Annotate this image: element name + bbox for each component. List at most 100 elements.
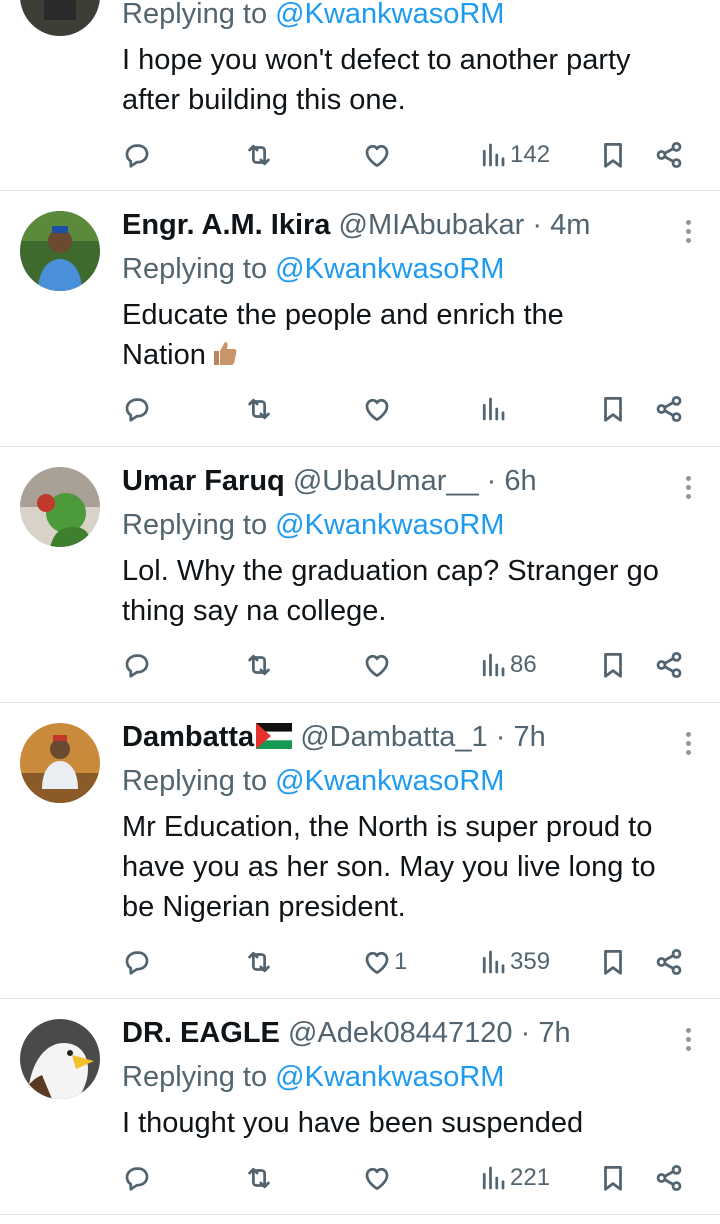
tweet-text: I thought you have been suspended [122, 1103, 700, 1143]
replying-to: Replying to @KwankwasoRM [122, 761, 700, 801]
views-button[interactable]: 86 [478, 645, 537, 685]
share-icon [656, 949, 682, 975]
tweet[interactable]: Engr. A.M. Ikira @MIAbubakar · 4m Replyi… [0, 191, 720, 445]
user-handle[interactable]: @Adek08447120 [288, 1017, 513, 1049]
reply-icon [125, 398, 149, 422]
tweet-header: Dambatta @Dambatta_1 · 7h [122, 717, 700, 757]
user-handle[interactable]: @MIAbubakar [339, 209, 525, 241]
tweet[interactable]: Umar Faruq @UbaUmar__ · 6h Replying to @… [0, 447, 720, 701]
avatar[interactable] [20, 467, 100, 547]
tweet[interactable]: Replying to @KwankwasoRM I hope you won'… [0, 0, 720, 190]
view-count: 86 [510, 651, 537, 678]
reply-icon [125, 654, 149, 678]
separator-dot: · [532, 209, 543, 241]
retweet-icon [248, 951, 270, 973]
views-icon [482, 950, 505, 974]
like-count: 1 [394, 948, 408, 975]
like-button[interactable] [362, 389, 394, 429]
reply-button[interactable] [122, 942, 152, 982]
replying-handle-link[interactable]: @KwankwasoRM [275, 765, 504, 797]
share-icon [656, 652, 682, 678]
share-icon [656, 396, 682, 422]
retweet-icon [248, 654, 270, 676]
share-button[interactable] [654, 389, 684, 429]
reply-button[interactable] [122, 1158, 152, 1198]
views-button[interactable]: 221 [478, 1158, 550, 1198]
reply-button[interactable] [122, 389, 152, 429]
timestamp[interactable]: 6h [504, 465, 536, 497]
bookmark-button[interactable] [598, 645, 628, 685]
views-button[interactable]: 359 [478, 942, 550, 982]
separator-dot: · [495, 721, 506, 753]
avatar[interactable] [20, 211, 100, 291]
replying-handle-link[interactable]: @KwankwasoRM [275, 1061, 504, 1093]
display-name[interactable]: Umar Faruq [122, 465, 285, 497]
more-button[interactable] [682, 1025, 694, 1055]
tweet-text: Educate the people and enrich the Nation [122, 295, 700, 375]
action-bar [0, 389, 720, 429]
replying-handle-link[interactable]: @KwankwasoRM [275, 509, 504, 541]
avatar[interactable] [20, 723, 100, 803]
views-button[interactable]: 142 [478, 135, 550, 175]
like-button[interactable] [362, 135, 394, 175]
bookmark-button[interactable] [598, 135, 628, 175]
view-count: 142 [510, 141, 551, 168]
like-button[interactable] [362, 645, 394, 685]
bookmark-icon [604, 1166, 622, 1191]
display-name[interactable]: Dambatta [122, 721, 254, 753]
views-icon [482, 1166, 505, 1190]
display-name[interactable]: DR. EAGLE [122, 1017, 280, 1049]
user-handle[interactable]: @Dambatta_1 [300, 721, 487, 753]
more-button[interactable] [682, 473, 694, 503]
share-button[interactable] [654, 942, 684, 982]
retweet-icon [248, 398, 270, 420]
retweet-button[interactable] [244, 942, 274, 982]
timestamp[interactable]: 7h [513, 721, 545, 753]
more-button[interactable] [682, 217, 694, 247]
retweet-button[interactable] [244, 135, 274, 175]
tweet-text: Lol. Why the graduation cap? Stranger go… [122, 551, 700, 631]
tweet[interactable]: DR. EAGLE @Adek08447120 · 7h Replying to… [0, 999, 720, 1213]
tweet-text-line: thing say na college. [122, 595, 387, 627]
reply-button[interactable] [122, 645, 152, 685]
avatar[interactable] [20, 0, 100, 36]
tweet-text-line: Lol. Why the graduation cap? Stranger go [122, 555, 659, 587]
reply-button[interactable] [122, 135, 152, 175]
like-button[interactable] [362, 1158, 394, 1198]
retweet-button[interactable] [244, 645, 274, 685]
action-bar: 221 [0, 1158, 720, 1198]
views-button[interactable] [478, 389, 510, 429]
tweet[interactable]: Dambatta @Dambatta_1 · 7h Replying to @K… [0, 703, 720, 997]
replying-handle-link[interactable]: @KwankwasoRM [275, 0, 504, 30]
user-handle[interactable]: @UbaUmar__ [293, 465, 479, 497]
bookmark-button[interactable] [598, 1158, 628, 1198]
display-name[interactable]: Engr. A.M. Ikira [122, 209, 330, 241]
share-button[interactable] [654, 645, 684, 685]
bookmark-button[interactable] [598, 942, 628, 982]
timestamp[interactable]: 4m [550, 209, 590, 241]
retweet-button[interactable] [244, 1158, 274, 1198]
more-icon [685, 732, 691, 737]
retweet-button[interactable] [244, 389, 274, 429]
replying-handle-link[interactable]: @KwankwasoRM [275, 253, 504, 285]
tweet-header: Engr. A.M. Ikira @MIAbubakar · 4m [122, 205, 700, 245]
tweet-text-line: Nation [122, 339, 206, 371]
share-button[interactable] [654, 1158, 684, 1198]
share-button[interactable] [654, 135, 684, 175]
tweet-text: Mr Education, the North is super proud t… [122, 807, 700, 927]
tweet-header: Umar Faruq @UbaUmar__ · 6h [122, 461, 700, 501]
tweet-header: DR. EAGLE @Adek08447120 · 7h [122, 1013, 700, 1053]
views-icon [482, 143, 505, 167]
bookmark-button[interactable] [598, 389, 628, 429]
replying-to: Replying to @KwankwasoRM [122, 0, 700, 34]
timestamp[interactable]: 7h [538, 1017, 570, 1049]
palestine-flag-emoji [256, 723, 293, 749]
replying-to: Replying to @KwankwasoRM [122, 505, 700, 545]
replying-label: Replying to [122, 0, 268, 30]
views-icon [482, 397, 505, 421]
avatar[interactable] [20, 1019, 100, 1099]
like-button[interactable]: 1 [362, 942, 407, 982]
heart-icon [365, 654, 389, 677]
bookmark-icon [604, 950, 622, 975]
more-button[interactable] [682, 729, 694, 759]
